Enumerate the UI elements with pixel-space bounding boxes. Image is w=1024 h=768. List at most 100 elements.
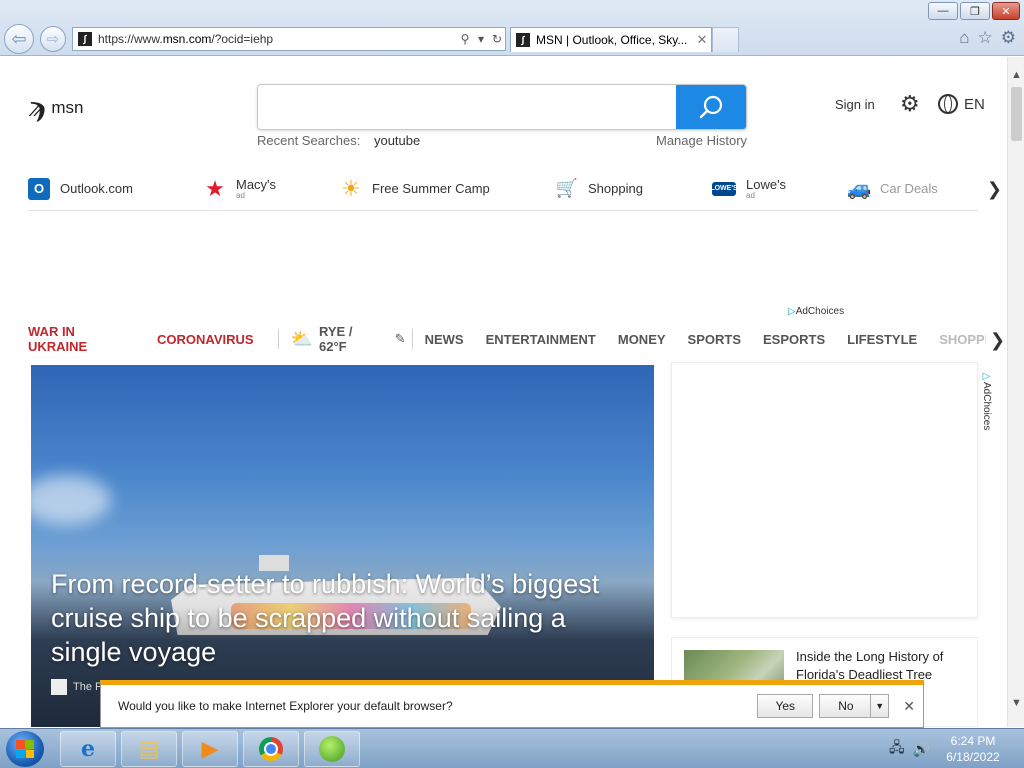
ad-placeholder[interactable] — [671, 362, 978, 618]
no-button[interactable]: No ▼ — [819, 694, 890, 718]
nav-esports[interactable]: ESPORTS — [763, 332, 825, 347]
taskbar-media-player[interactable]: ▶ — [182, 731, 238, 767]
chevron-right-icon[interactable]: ❯ — [987, 179, 1002, 200]
start-button[interactable] — [6, 731, 44, 767]
folder-icon: ▤ — [138, 736, 160, 761]
msn-logo[interactable]: ϡ msn — [28, 93, 83, 123]
hero-image-cloud — [31, 475, 111, 525]
restore-button[interactable]: ❐ — [960, 2, 990, 20]
home-icon[interactable]: ⌂ — [959, 28, 969, 48]
minimize-button[interactable]: — — [928, 2, 958, 20]
search-input[interactable] — [258, 85, 676, 129]
language-label: EN — [964, 95, 985, 113]
quick-link-label: Car Deals — [880, 181, 938, 196]
quick-links-bar: O Outlook.com ★ Macy's ad ☀ Free Summer C… — [28, 167, 1002, 211]
weather-widget[interactable]: ⛅ RYE / 62°F ✎ — [291, 324, 406, 354]
settings-gear-icon[interactable]: ⚙ — [900, 91, 920, 117]
quick-link-summer-camp[interactable]: ☀ Free Summer Camp — [340, 175, 556, 201]
quick-link-label: Macy's — [236, 177, 277, 192]
search-button[interactable] — [676, 85, 746, 129]
scrollbar-thumb[interactable] — [1011, 87, 1022, 141]
dropdown-icon[interactable]: ▾ — [473, 32, 489, 46]
quick-link-label: Lowe's — [746, 177, 787, 192]
manage-history-link[interactable]: Manage History — [656, 133, 747, 148]
edit-pencil-icon[interactable]: ✎ — [395, 331, 406, 347]
taskbar-internet-explorer[interactable]: e — [60, 731, 116, 767]
quick-link-macys[interactable]: ★ Macy's ad — [204, 176, 340, 201]
refresh-icon[interactable]: ↻ — [489, 32, 505, 46]
story-title[interactable]: Inside the Long History of Florida's Dea… — [796, 648, 966, 684]
nav-shopping[interactable]: SHOPPING — [939, 332, 986, 347]
category-nav: WAR IN UKRAINE CORONAVIRUS ⛅ RYE / 62°F … — [28, 324, 1007, 354]
back-button[interactable]: ⇦ — [4, 24, 34, 54]
nav-divider — [411, 329, 413, 349]
adchoices-vertical-link[interactable]: ▷AdChoices — [981, 371, 992, 430]
nav-coronavirus[interactable]: CORONAVIRUS — [157, 332, 254, 347]
recent-searches: Recent Searches: youtube — [257, 133, 420, 148]
browser-toolbar: ⇦ ⇨ ∫ https://www.msn.com/?ocid=iehp ⚲ ▾… — [0, 0, 1024, 56]
dropdown-arrow-icon[interactable]: ▼ — [870, 695, 888, 717]
cart-icon: 🛒 — [555, 178, 579, 198]
tab-title: MSN | Outlook, Office, Sky... — [536, 33, 688, 47]
volume-icon[interactable]: 🔊 — [913, 741, 930, 758]
hero-story[interactable]: From record-setter to rubbish: World’s b… — [31, 365, 654, 727]
tools-gear-icon[interactable]: ⚙ — [1001, 28, 1016, 48]
search-icon[interactable]: ⚲ — [457, 32, 473, 46]
system-tray: 🖧 🔊 6:24 PM 6/18/2022 — [889, 729, 1024, 768]
msn-favicon-icon: ∫ — [516, 33, 530, 47]
sun-icon: ☀ — [341, 175, 361, 201]
scroll-up-icon[interactable]: ▲ — [1008, 69, 1024, 81]
nav-entertainment[interactable]: ENTERTAINMENT — [486, 332, 596, 347]
search-icon — [699, 95, 723, 119]
network-icon[interactable]: 🖧 — [889, 737, 905, 761]
quick-link-shopping[interactable]: 🛒 Shopping — [556, 178, 712, 200]
source-logo-icon — [51, 679, 67, 695]
nav-money[interactable]: MONEY — [618, 332, 666, 347]
nav-sports[interactable]: SPORTS — [688, 332, 741, 347]
language-selector[interactable]: EN — [938, 94, 985, 114]
logo-text: msn — [51, 98, 84, 117]
taskbar-file-explorer[interactable]: ▤ — [121, 731, 177, 767]
quick-link-car-deals[interactable]: 🚙 Car Deals — [848, 178, 958, 200]
notification-close-icon[interactable]: ✕ — [903, 698, 915, 715]
notification-message: Would you like to make Internet Explorer… — [118, 699, 453, 713]
ad-label: ad — [746, 191, 755, 200]
car-icon: 🚙 — [848, 178, 872, 200]
new-tab-button[interactable] — [712, 27, 739, 52]
browser-tab[interactable]: ∫ MSN | Outlook, Office, Sky... ✕ — [510, 27, 712, 52]
taskbar-windows-app[interactable] — [304, 731, 360, 767]
quick-link-label: Shopping — [588, 181, 643, 196]
msn-page: ϡ msn Recent Searches: youtube Manage Hi… — [0, 57, 1007, 727]
weather-label: RYE / 62°F — [318, 324, 353, 354]
quick-link-lowes[interactable]: LOWE'S Lowe's ad — [710, 177, 848, 200]
clock[interactable]: 6:24 PM 6/18/2022 — [938, 733, 1008, 765]
url-domain: msn.com — [162, 32, 212, 46]
clock-date: 6/18/2022 — [946, 750, 1000, 764]
hero-source: The P — [51, 679, 102, 695]
forward-button[interactable]: ⇨ — [40, 26, 66, 52]
chevron-right-icon[interactable]: ❯ — [990, 330, 1005, 351]
recent-query-link[interactable]: youtube — [374, 133, 420, 148]
windows-orb-icon — [319, 736, 345, 762]
nav-news[interactable]: NEWS — [425, 332, 464, 347]
default-browser-notification: Would you like to make Internet Explorer… — [100, 680, 924, 728]
scroll-down-icon[interactable]: ▼ — [1008, 697, 1024, 709]
hero-headline[interactable]: From record-setter to rubbish: World’s b… — [51, 567, 641, 669]
no-label: No — [838, 699, 854, 713]
page-scrollbar[interactable]: ▲ ▼ — [1007, 57, 1024, 727]
address-bar[interactable]: ∫ https://www.msn.com/?ocid=iehp ⚲ ▾ ↻ — [72, 27, 506, 51]
adchoices-link[interactable]: ▷AdChoices — [788, 306, 844, 317]
quick-link-label: Outlook.com — [60, 181, 133, 196]
url-text[interactable]: https://www.msn.com/?ocid=iehp — [98, 32, 457, 46]
recent-label: Recent Searches: — [257, 133, 361, 148]
nav-lifestyle[interactable]: LIFESTYLE — [847, 332, 917, 347]
quick-link-outlook[interactable]: O Outlook.com — [28, 177, 204, 200]
favorites-star-icon[interactable]: ☆ — [978, 28, 993, 48]
tab-close-icon[interactable]: ✕ — [693, 32, 711, 48]
nav-war-in-ukraine[interactable]: WAR IN UKRAINE — [28, 324, 135, 354]
yes-button[interactable]: Yes — [757, 694, 814, 718]
taskbar-chrome[interactable] — [243, 731, 299, 767]
sign-in-link[interactable]: Sign in — [835, 97, 875, 112]
close-button[interactable]: ✕ — [992, 2, 1020, 20]
ad-label: ad — [236, 191, 245, 200]
